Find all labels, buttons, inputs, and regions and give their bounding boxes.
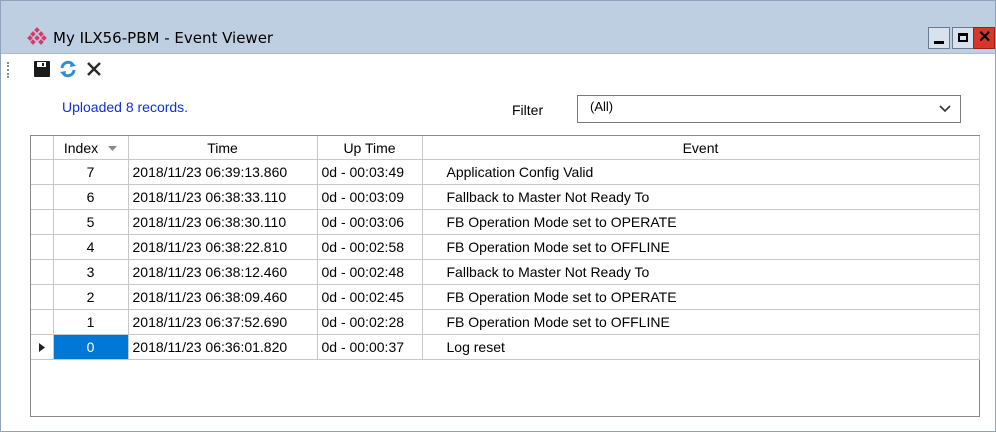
- cell-time[interactable]: 2018/11/23 06:39:13.860: [128, 159, 318, 185]
- cell-uptime[interactable]: 0d - 00:03:49: [317, 159, 423, 185]
- cell-index[interactable]: 3: [53, 259, 129, 285]
- column-header-index-label: Index: [63, 139, 99, 156]
- cell-time[interactable]: 2018/11/23 06:38:12.460: [128, 259, 318, 285]
- refresh-button[interactable]: [57, 57, 79, 81]
- toolbar-grip[interactable]: [7, 62, 11, 78]
- table-header-row: Index Time Up Time Event: [31, 136, 980, 160]
- cell-uptime[interactable]: 0d - 00:03:06: [317, 209, 423, 235]
- cell-index[interactable]: 5: [53, 209, 129, 235]
- chevron-down-icon: [939, 105, 951, 113]
- table-row[interactable]: 3 2018/11/23 06:38:12.460 0d - 00:02:48 …: [31, 259, 980, 285]
- table-row[interactable]: 5 2018/11/23 06:38:30.110 0d - 00:03:06 …: [31, 209, 980, 235]
- maximize-icon: [958, 33, 968, 42]
- column-header-uptime[interactable]: Up Time: [317, 136, 423, 160]
- row-header[interactable]: [31, 159, 54, 185]
- cell-uptime[interactable]: 0d - 00:02:45: [317, 284, 423, 310]
- row-header[interactable]: [31, 334, 54, 360]
- filter-dropdown[interactable]: (All): [577, 95, 961, 123]
- column-header-event[interactable]: Event: [422, 136, 980, 160]
- cell-index[interactable]: 7: [53, 159, 129, 185]
- event-viewer-window: My ILX56-PBM - Event Viewer ✕ Uploaded 8…: [0, 0, 996, 432]
- cell-event[interactable]: Application Config Valid: [422, 159, 980, 185]
- cell-event[interactable]: FB Operation Mode set to OFFLINE: [422, 309, 980, 335]
- cell-time[interactable]: 2018/11/23 06:38:30.110: [128, 209, 318, 235]
- column-header-time[interactable]: Time: [128, 136, 318, 160]
- cell-uptime[interactable]: 0d - 00:00:37: [317, 334, 423, 360]
- cell-uptime[interactable]: 0d - 00:02:48: [317, 259, 423, 285]
- status-message: Uploaded 8 records.: [62, 99, 189, 115]
- save-icon: [34, 61, 50, 77]
- title-bar[interactable]: My ILX56-PBM - Event Viewer ✕: [1, 1, 995, 54]
- current-row-pointer-icon: [38, 342, 45, 352]
- save-button[interactable]: [31, 57, 53, 81]
- cell-index[interactable]: 2: [53, 284, 129, 310]
- row-header-corner: [31, 136, 54, 160]
- row-header[interactable]: [31, 284, 54, 310]
- clear-icon: [87, 62, 101, 76]
- column-header-event-label: Event: [682, 139, 719, 156]
- clear-button[interactable]: [83, 57, 105, 81]
- row-header[interactable]: [31, 234, 54, 260]
- table-row[interactable]: 7 2018/11/23 06:39:13.860 0d - 00:03:49 …: [31, 159, 980, 185]
- cell-index[interactable]: 6: [53, 184, 129, 210]
- table-row-selected[interactable]: 0 2018/11/23 06:36:01.820 0d - 00:00:37 …: [31, 334, 980, 360]
- sort-descending-icon: [108, 145, 118, 151]
- row-header[interactable]: [31, 184, 54, 210]
- table-row[interactable]: 4 2018/11/23 06:38:22.810 0d - 00:02:58 …: [31, 234, 980, 260]
- filter-selected-value: (All): [590, 99, 614, 114]
- cell-event[interactable]: Log reset: [422, 334, 980, 360]
- cell-event[interactable]: FB Operation Mode set to OPERATE: [422, 209, 980, 235]
- cell-uptime[interactable]: 0d - 00:03:09: [317, 184, 423, 210]
- cell-uptime[interactable]: 0d - 00:02:28: [317, 309, 423, 335]
- cell-time[interactable]: 2018/11/23 06:38:33.110: [128, 184, 318, 210]
- cell-index[interactable]: 0: [53, 334, 129, 360]
- cell-event[interactable]: FB Operation Mode set to OPERATE: [422, 284, 980, 310]
- cell-time[interactable]: 2018/11/23 06:37:52.690: [128, 309, 318, 335]
- toolbar: [1, 54, 995, 84]
- close-icon: ✕: [978, 29, 992, 46]
- row-header[interactable]: [31, 209, 54, 235]
- table-row[interactable]: 2 2018/11/23 06:38:09.460 0d - 00:02:45 …: [31, 284, 980, 310]
- column-header-uptime-label: Up Time: [343, 139, 396, 156]
- close-button[interactable]: ✕: [973, 27, 995, 49]
- column-header-index[interactable]: Index: [53, 136, 129, 160]
- cell-event[interactable]: Fallback to Master Not Ready To: [422, 184, 980, 210]
- refresh-icon: [60, 60, 76, 78]
- minimize-button[interactable]: [928, 27, 950, 49]
- table-row[interactable]: 6 2018/11/23 06:38:33.110 0d - 00:03:09 …: [31, 184, 980, 210]
- cell-time[interactable]: 2018/11/23 06:38:22.810: [128, 234, 318, 260]
- cell-time[interactable]: 2018/11/23 06:38:09.460: [128, 284, 318, 310]
- row-header[interactable]: [31, 309, 54, 335]
- event-table: Index Time Up Time Event 7 2018/11/23 06…: [30, 135, 980, 417]
- table-row[interactable]: 1 2018/11/23 06:37:52.690 0d - 00:02:28 …: [31, 309, 980, 335]
- row-header[interactable]: [31, 259, 54, 285]
- minimize-icon: [934, 41, 944, 44]
- cell-uptime[interactable]: 0d - 00:02:58: [317, 234, 423, 260]
- window-title: My ILX56-PBM - Event Viewer: [53, 29, 274, 47]
- filter-label: Filter: [512, 102, 544, 118]
- cell-index[interactable]: 4: [53, 234, 129, 260]
- cell-index[interactable]: 1: [53, 309, 129, 335]
- cell-event[interactable]: FB Operation Mode set to OFFLINE: [422, 234, 980, 260]
- cell-time[interactable]: 2018/11/23 06:36:01.820: [128, 334, 318, 360]
- cell-event[interactable]: Fallback to Master Not Ready To: [422, 259, 980, 285]
- app-logo-icon: [27, 27, 47, 45]
- column-header-time-label: Time: [207, 139, 238, 156]
- maximize-button[interactable]: [952, 27, 974, 49]
